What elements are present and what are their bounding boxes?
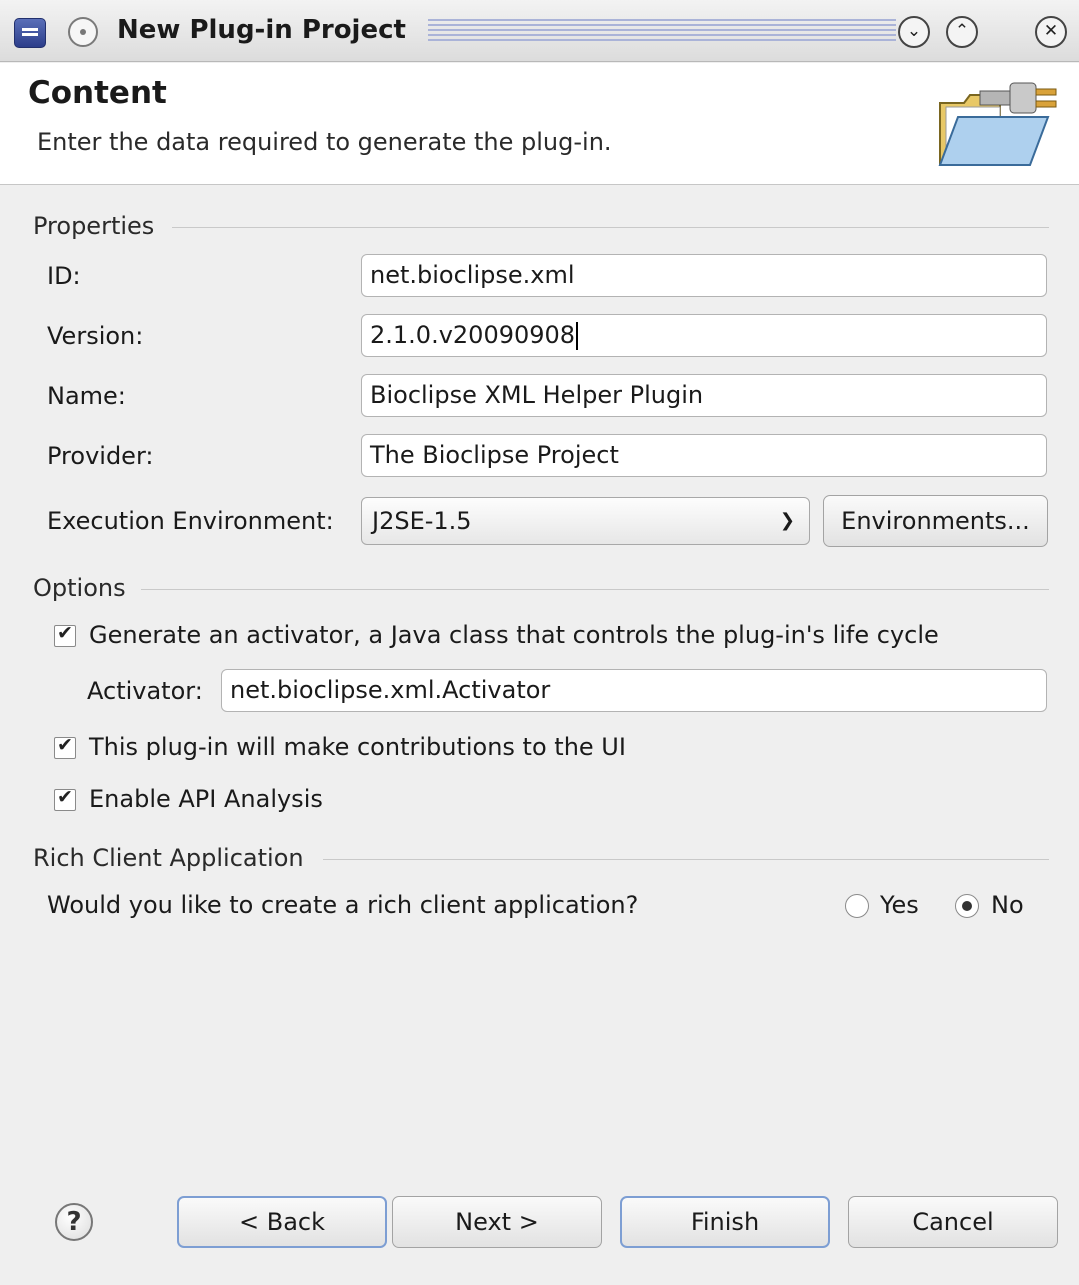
id-field[interactable]: net.bioclipse.xml [361, 254, 1047, 297]
next-button[interactable]: Next > [392, 1196, 602, 1248]
title-bar[interactable]: New Plug-in Project ⌄ ⌃ ✕ [0, 0, 1079, 62]
options-group-label: Options [33, 574, 126, 602]
ui-contributions-label[interactable]: This plug-in will make contributions to … [89, 730, 626, 764]
name-label: Name: [47, 382, 126, 410]
back-button[interactable]: < Back [177, 1196, 387, 1248]
wizard-header: Content Enter the data required to gener… [0, 63, 1079, 185]
execution-environment-label: Execution Environment: [47, 507, 334, 535]
page-description: Enter the data required to generate the … [37, 128, 612, 156]
rca-yes-radio[interactable] [845, 894, 869, 918]
text-caret [576, 322, 579, 350]
environments-button[interactable]: Environments... [823, 495, 1048, 547]
window-title: New Plug-in Project [117, 15, 406, 45]
rca-group-label: Rich Client Application [33, 844, 304, 872]
properties-group-label: Properties [33, 212, 155, 240]
finish-button[interactable]: Finish [620, 1196, 830, 1248]
execution-environment-value: J2SE-1.5 [372, 507, 472, 535]
name-field[interactable]: Bioclipse XML Helper Plugin [361, 374, 1047, 417]
rca-question: Would you like to create a rich client a… [47, 891, 639, 919]
generate-activator-label[interactable]: Generate an activator, a Java class that… [89, 618, 939, 652]
id-label: ID: [47, 262, 81, 290]
window-menu-icon[interactable] [68, 17, 98, 47]
rca-no-radio[interactable] [955, 894, 979, 918]
generate-activator-checkbox[interactable] [54, 622, 76, 647]
properties-divider [172, 227, 1049, 228]
provider-field[interactable]: The Bioclipse Project [361, 434, 1047, 477]
version-field[interactable]: 2.1.0.v20090908 [361, 314, 1047, 357]
cancel-button[interactable]: Cancel [848, 1196, 1058, 1248]
close-icon[interactable]: ✕ [1035, 16, 1067, 48]
help-icon[interactable]: ? [55, 1203, 93, 1241]
rca-no-label[interactable]: No [991, 888, 1024, 922]
app-icon[interactable] [14, 18, 46, 48]
api-analysis-checkbox[interactable] [54, 786, 76, 811]
chevron-down-icon[interactable]: ❯ [780, 498, 795, 544]
api-analysis-label[interactable]: Enable API Analysis [89, 782, 323, 816]
activator-field[interactable]: net.bioclipse.xml.Activator [221, 669, 1047, 712]
activator-label: Activator: [87, 677, 203, 705]
execution-environment-select[interactable]: J2SE-1.5 ❯ [361, 497, 810, 545]
provider-label: Provider: [47, 442, 154, 470]
rca-divider [323, 859, 1049, 860]
version-label: Version: [47, 322, 144, 350]
ui-contributions-checkbox[interactable] [54, 734, 76, 759]
page-title: Content [28, 75, 167, 111]
version-value: 2.1.0.v20090908 [370, 321, 576, 349]
maximize-icon[interactable]: ⌃ [946, 16, 978, 48]
options-divider [141, 589, 1049, 590]
minimize-icon[interactable]: ⌄ [898, 16, 930, 48]
title-bar-grip[interactable] [428, 19, 896, 43]
rca-yes-label[interactable]: Yes [880, 888, 919, 922]
folder-plug-icon [938, 82, 1057, 166]
